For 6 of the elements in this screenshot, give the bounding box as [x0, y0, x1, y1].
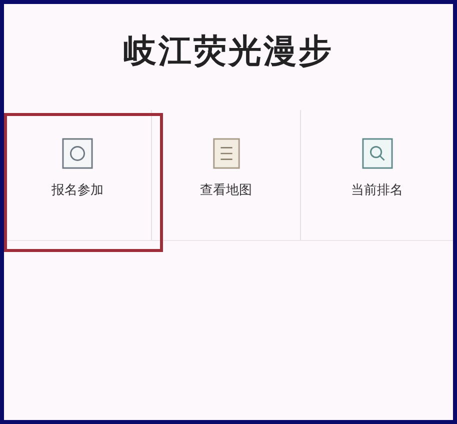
- menu-item[interactable]: 查看地图: [152, 110, 300, 240]
- menu-item[interactable]: 当前排名: [301, 110, 453, 240]
- menu-item[interactable]: 报名参加: [4, 110, 151, 240]
- page-title: 岐江荧光漫步: [122, 30, 334, 72]
- search-icon: [362, 138, 392, 168]
- document-icon: [210, 138, 242, 168]
